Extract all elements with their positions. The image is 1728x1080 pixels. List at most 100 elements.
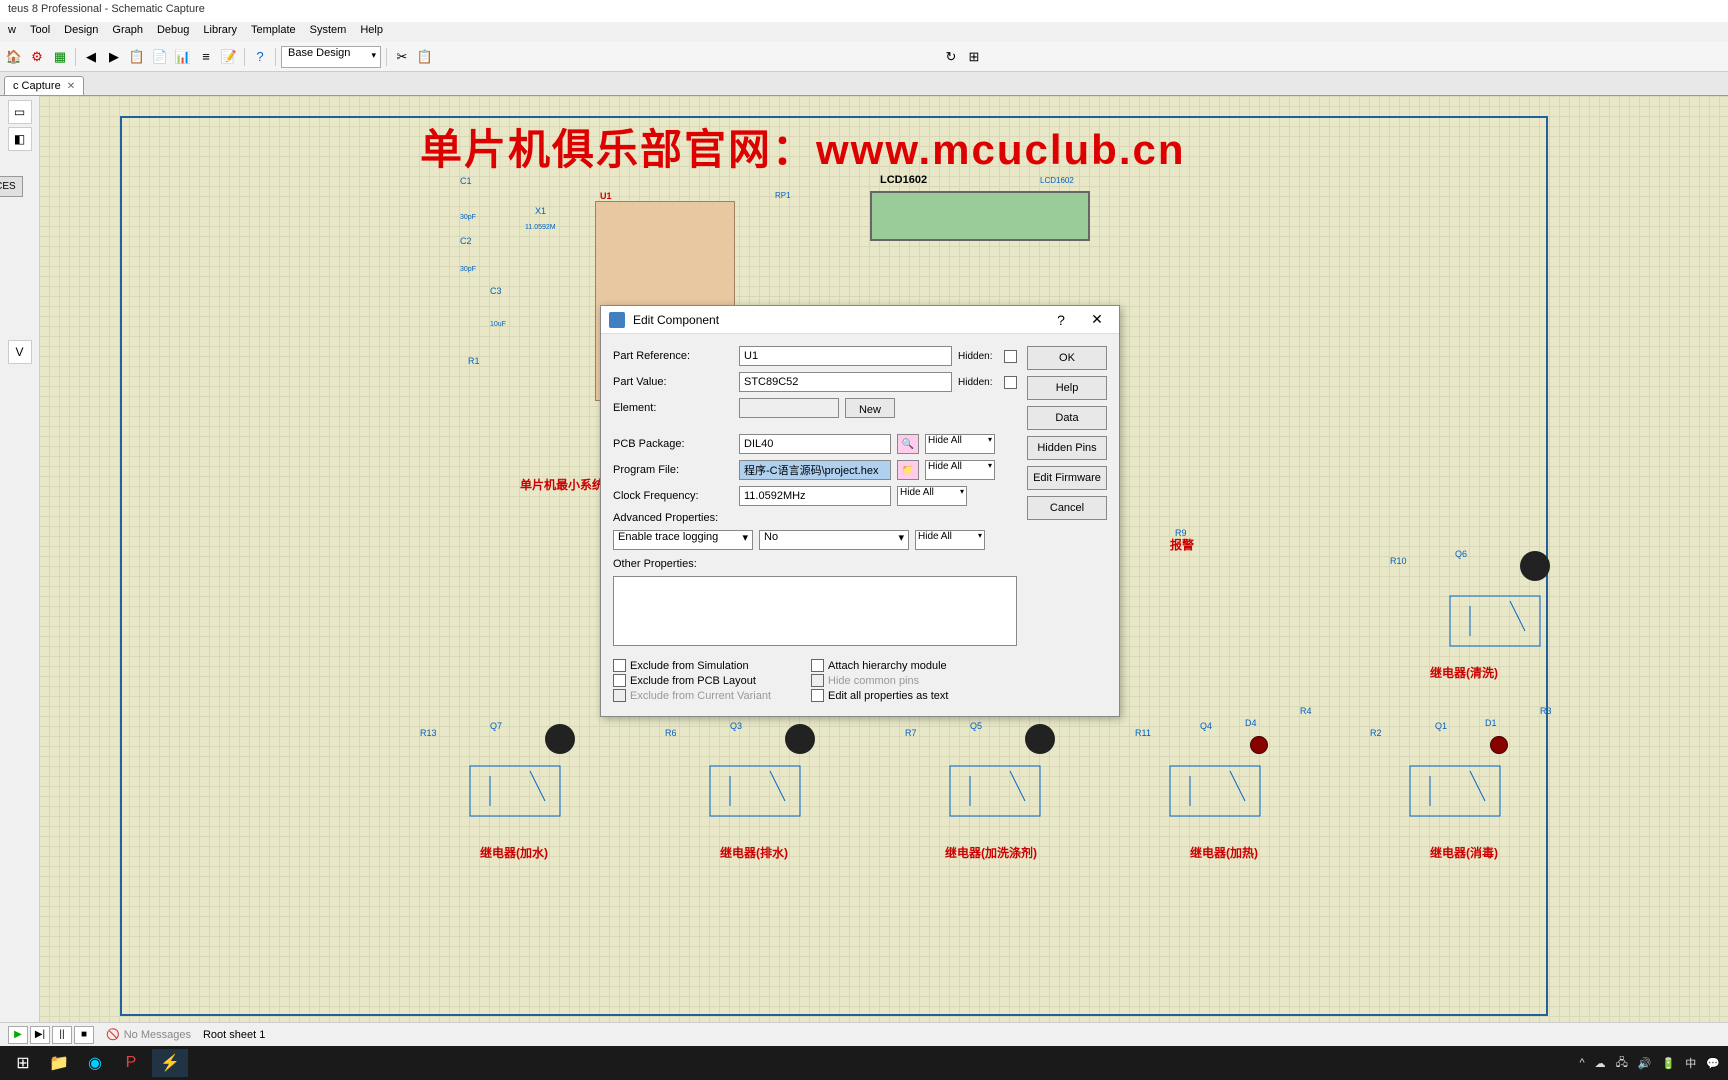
browse-icon[interactable]: 🔍 (897, 434, 919, 454)
menu-item[interactable]: Library (203, 24, 237, 40)
help-button[interactable]: Help (1027, 376, 1107, 400)
devices-panel-tab[interactable]: EVICES (0, 176, 23, 197)
hide-combo[interactable]: Hide All (897, 486, 967, 506)
ime-indicator[interactable]: 中 (1685, 1055, 1696, 1071)
other-properties-textarea[interactable] (613, 576, 1017, 646)
arrow-right-icon[interactable]: ▶ (104, 47, 124, 67)
design-combo[interactable]: Base Design (281, 46, 381, 68)
exc-pcb-checkbox[interactable] (613, 674, 626, 687)
hide-combo[interactable]: Hide All (925, 460, 995, 480)
taskbar: ⊞ 📁 ◉ P ⚡ ^ ☁ 🖧 🔊 🔋 中 💬 (0, 1046, 1728, 1080)
adv-label: Advanced Properties: (613, 512, 718, 524)
part-ref-input[interactable] (739, 346, 952, 366)
dialog-titlebar[interactable]: Edit Component ? ✕ (601, 306, 1119, 334)
toolbar: 🏠 ⚙ ▦ ◀ ▶ 📋 📄 📊 ≡ 📝 ? Base Design ✂ 📋 ↻ … (0, 42, 1728, 72)
start-button[interactable]: ⊞ (8, 1049, 38, 1077)
tray-chevron-icon[interactable]: ^ (1579, 1057, 1584, 1069)
tool-icon[interactable]: ≡ (196, 47, 216, 67)
tool-icon[interactable]: V (8, 340, 32, 364)
x1-label: X1 (535, 206, 546, 216)
relay-coil (1520, 551, 1550, 581)
tool-icon[interactable]: 📋 (127, 47, 147, 67)
menu-item[interactable]: Design (64, 24, 98, 40)
x1v: 11.0592M (525, 224, 556, 231)
onedrive-icon[interactable]: ☁ (1595, 1057, 1606, 1070)
checkbox-label: Edit all properties as text (828, 690, 948, 702)
home-icon[interactable]: 🏠 (4, 47, 24, 67)
tool-icon[interactable]: ✂ (392, 47, 412, 67)
cursor-icon[interactable]: ▭ (8, 100, 32, 124)
tool-icon[interactable]: 📋 (415, 47, 435, 67)
hide-combo[interactable]: Hide All (915, 530, 985, 550)
pause-button[interactable]: || (52, 1026, 72, 1044)
notification-icon[interactable]: 💬 (1706, 1057, 1720, 1070)
edge-icon[interactable]: ◉ (80, 1049, 110, 1077)
led-d1 (1490, 736, 1508, 754)
menu-item[interactable]: w (8, 24, 16, 40)
menu-item[interactable]: Tool (30, 24, 50, 40)
clock-input[interactable] (739, 486, 891, 506)
messages-indicator[interactable]: 🚫 No Messages (106, 1028, 191, 1041)
exc-sim-checkbox[interactable] (613, 659, 626, 672)
close-icon[interactable]: ✕ (67, 81, 75, 92)
q6: Q6 (1455, 549, 1467, 559)
close-icon[interactable]: ✕ (1083, 311, 1111, 328)
arrow-left-icon[interactable]: ◀ (81, 47, 101, 67)
program-file-input[interactable] (739, 460, 891, 480)
part-val-label: Part Value: (613, 376, 733, 388)
pcb-icon[interactable]: ▦ (50, 47, 70, 67)
data-button[interactable]: Data (1027, 406, 1107, 430)
help-icon[interactable]: ? (1047, 312, 1075, 328)
relay-label: 继电器(加洗涤剂) (945, 844, 1037, 861)
volume-icon[interactable]: 🔊 (1638, 1057, 1652, 1070)
menu-item[interactable]: Debug (157, 24, 189, 40)
q4: Q4 (1200, 721, 1212, 731)
app-icon[interactable]: ⚡ (152, 1049, 188, 1077)
battery-icon[interactable]: 🔋 (1662, 1057, 1676, 1070)
menu-item[interactable]: Graph (112, 24, 143, 40)
hidden-pins-button[interactable]: Hidden Pins (1027, 436, 1107, 460)
adv-val-combo[interactable]: No▾ (759, 530, 909, 550)
element-combo[interactable] (739, 398, 839, 418)
new-button[interactable]: New (845, 398, 895, 418)
tool-icon[interactable]: 📊 (173, 47, 193, 67)
schematic-icon[interactable]: ⚙ (27, 47, 47, 67)
relay-symbol (1400, 756, 1520, 826)
exc-var-checkbox (613, 689, 626, 702)
menu-item[interactable]: System (310, 24, 347, 40)
pcb-input[interactable] (739, 434, 891, 454)
cancel-button[interactable]: Cancel (1027, 496, 1107, 520)
step-button[interactable]: ▶| (30, 1026, 50, 1044)
d1: D1 (1485, 718, 1497, 728)
tab-schematic[interactable]: c Capture ✕ (4, 76, 84, 95)
tool-icon[interactable]: 📝 (219, 47, 239, 67)
powerpoint-icon[interactable]: P (116, 1049, 146, 1077)
attach-checkbox[interactable] (811, 659, 824, 672)
play-button[interactable]: ▶ (8, 1026, 28, 1044)
ok-button[interactable]: OK (1027, 346, 1107, 370)
network-icon[interactable]: 🖧 (1616, 1054, 1628, 1073)
d4: D4 (1245, 718, 1257, 728)
q3: Q3 (730, 721, 742, 731)
info-icon: 🚫 (106, 1028, 120, 1041)
tool-icon[interactable]: ⊞ (964, 47, 984, 67)
tool-icon[interactable]: ↻ (941, 47, 961, 67)
help-icon[interactable]: ? (250, 47, 270, 67)
lcd-component[interactable] (870, 191, 1090, 241)
edit-firmware-button[interactable]: Edit Firmware (1027, 466, 1107, 490)
hidden-checkbox[interactable] (1004, 376, 1017, 389)
hidden-checkbox[interactable] (1004, 350, 1017, 363)
hide-combo[interactable]: Hide All (925, 434, 995, 454)
title-bar: teus 8 Professional - Schematic Capture (0, 0, 1728, 22)
tool-icon[interactable]: 📄 (150, 47, 170, 67)
file-explorer-icon[interactable]: 📁 (44, 1049, 74, 1077)
component-icon[interactable]: ◧ (8, 127, 32, 151)
menu-item[interactable]: Help (360, 24, 383, 40)
stop-button[interactable]: ■ (74, 1026, 94, 1044)
adv-prop-combo[interactable]: Enable trace logging▾ (613, 530, 753, 550)
edit-text-checkbox[interactable] (811, 689, 824, 702)
window-title: teus 8 Professional - Schematic Capture (8, 3, 205, 15)
part-val-input[interactable] (739, 372, 952, 392)
browse-button[interactable]: 📁 (897, 460, 919, 480)
menu-item[interactable]: Template (251, 24, 296, 40)
